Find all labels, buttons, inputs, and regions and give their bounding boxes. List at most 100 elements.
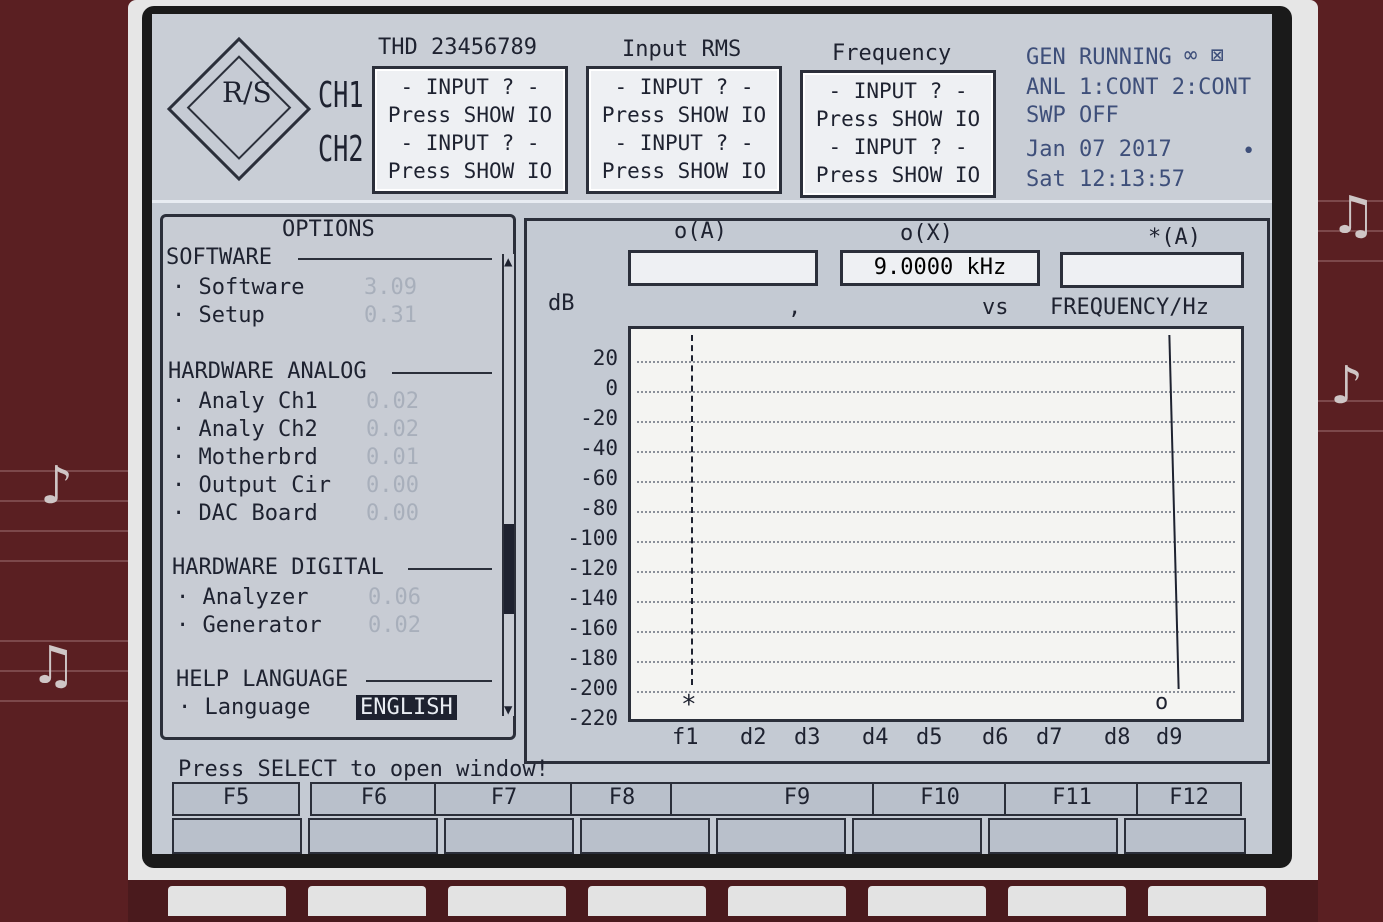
option-value: 0.00 [366, 501, 419, 526]
date: Jan 07 2017 [1026, 137, 1172, 162]
language-select[interactable]: ENGLISH [356, 695, 457, 720]
col-thd-title: THD 23456789 [378, 35, 537, 60]
read-x-label: o(X) [900, 221, 953, 246]
language-row[interactable]: · Language [178, 696, 310, 720]
x-tick-label: d9 [1156, 725, 1183, 750]
softkey-1[interactable] [172, 818, 302, 854]
softkey-2[interactable] [308, 818, 438, 854]
fkey-f5[interactable]: F5 [172, 782, 300, 816]
option-row[interactable]: · Analyzer [176, 586, 308, 610]
freq-ch1-hint: Press SHOW IO [815, 107, 981, 131]
col-rms-title: Input RMS [622, 37, 742, 62]
y-unit-label: dB [548, 291, 575, 316]
x-tick-label: d5 [916, 725, 943, 750]
divider [298, 258, 492, 260]
decor-staff-line [0, 560, 130, 562]
divider [392, 372, 492, 374]
option-row[interactable]: · Analy Ch1 [172, 390, 318, 414]
divider [408, 568, 492, 570]
option-row[interactable]: · Setup [172, 304, 265, 328]
decor-staff-line [1318, 260, 1383, 262]
grid-line [637, 391, 1235, 393]
y-tick-label: -80 [580, 496, 618, 520]
hardware-key[interactable] [448, 886, 566, 916]
option-value: 0.31 [364, 303, 417, 328]
y-tick-label: -160 [567, 616, 618, 640]
grid-line [637, 601, 1235, 603]
fkey-f7[interactable]: F7 [434, 782, 574, 816]
software-heading: SOFTWARE [166, 245, 272, 270]
language-value: ENGLISH [356, 695, 457, 720]
fkey-f6[interactable]: F6 [310, 782, 438, 816]
hardware-key[interactable] [588, 886, 706, 916]
rms-ch2-state: - INPUT ? - [614, 131, 754, 155]
music-note-icon: ♪ [1330, 356, 1364, 416]
grid-line [637, 571, 1235, 573]
dot-icon: • [1242, 139, 1256, 164]
decor-staff-line [1318, 430, 1383, 432]
softkey-7[interactable] [988, 818, 1118, 854]
y-tick-label: -180 [567, 646, 618, 670]
option-row[interactable]: · Generator [176, 614, 322, 638]
rms-ch2-hint: Press SHOW IO [601, 159, 767, 183]
function-key-bar: F5 F6 F7 F8 F9 F10 F11 F12 [172, 782, 1242, 816]
grid-line [637, 541, 1235, 543]
star-marker-icon: * [681, 690, 697, 720]
hardware-key[interactable] [308, 886, 426, 916]
hardware-key[interactable] [1008, 886, 1126, 916]
rs-logo-icon [166, 36, 312, 182]
option-row[interactable]: · Software [172, 276, 304, 300]
y-tick-label: -20 [580, 406, 618, 430]
x-title: FREQUENCY/Hz [1050, 295, 1209, 320]
grid-line [637, 511, 1235, 513]
grid-line [637, 631, 1235, 633]
softkey-6[interactable] [852, 818, 982, 854]
grid-line [637, 661, 1235, 663]
softkey-5[interactable] [716, 818, 846, 854]
logo-text: R/S [222, 76, 272, 109]
x-tick-label: d2 [740, 725, 767, 750]
fkey-f12[interactable]: F12 [1136, 782, 1242, 816]
thd-ch2-state: - INPUT ? - [400, 131, 540, 155]
read-star-label: *(A) [1148, 225, 1201, 250]
comma-label: , [788, 295, 802, 320]
freq-ch2-hint: Press SHOW IO [815, 163, 981, 187]
option-value: 0.00 [366, 473, 419, 498]
scroll-thumb[interactable] [504, 524, 514, 614]
hardware-key[interactable] [728, 886, 846, 916]
grid-line [637, 481, 1235, 483]
lcd-display: R/S CH1 CH2 THD 23456789 Input RMS Frequ… [152, 14, 1272, 854]
plot-area[interactable]: * o [628, 326, 1244, 722]
scroll-up-icon[interactable]: ▲ [504, 250, 512, 274]
option-row[interactable]: · Output Cir [172, 474, 331, 498]
cursor-line-a[interactable] [691, 335, 693, 685]
read-x-field[interactable]: 9.0000 kHz [840, 250, 1040, 286]
option-row[interactable]: · Motherbrd [172, 446, 318, 470]
options-scrollbar[interactable] [502, 254, 514, 716]
option-row[interactable]: · Analy Ch2 [172, 418, 318, 442]
read-star-field[interactable] [1060, 252, 1244, 288]
fkey-f11[interactable]: F11 [1004, 782, 1140, 816]
freq-ch2-state: - INPUT ? - [828, 135, 968, 159]
softkey-8[interactable] [1124, 818, 1246, 854]
y-tick-label: 0 [605, 376, 618, 400]
scroll-down-icon[interactable]: ▼ [504, 698, 512, 722]
thd-ch2-hint: Press SHOW IO [387, 159, 553, 183]
fkey-f8[interactable]: F8 [570, 782, 674, 816]
hardware-key[interactable] [1148, 886, 1266, 916]
x-tick-label: d4 [862, 725, 889, 750]
hardware-key[interactable] [168, 886, 286, 916]
x-tick-label: d6 [982, 725, 1009, 750]
option-value: 3.09 [364, 275, 417, 300]
options-title: OPTIONS [278, 218, 379, 242]
softkey-3[interactable] [444, 818, 574, 854]
read-a-field[interactable] [628, 250, 818, 286]
hardware-key[interactable] [868, 886, 986, 916]
thd-ch1-state: - INPUT ? - [400, 75, 540, 99]
y-tick-label: -220 [567, 706, 618, 730]
fkey-f10[interactable]: F10 [872, 782, 1008, 816]
headphone-icon: ∞ ⊠ [1184, 43, 1224, 68]
softkey-4[interactable] [580, 818, 710, 854]
x-tick-label: d8 [1104, 725, 1131, 750]
option-row[interactable]: · DAC Board [172, 502, 318, 526]
